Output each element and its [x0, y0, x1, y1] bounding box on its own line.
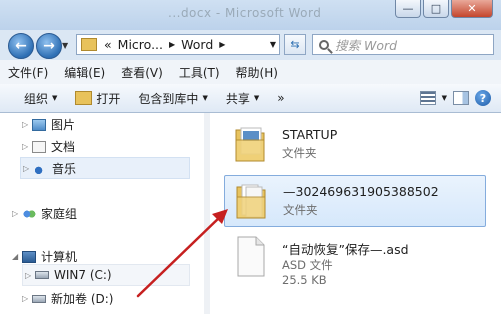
menu-edit[interactable]: 编辑(E)	[56, 64, 113, 81]
chevron-down-icon: ▼	[253, 94, 260, 102]
more-commands-button[interactable]: »	[268, 91, 293, 105]
address-row: ← → ▼ « Micro... ▶ Word ▶ ▼ ⇆ 搜索 Word	[0, 30, 501, 60]
music-icon	[33, 162, 47, 174]
nav-label: 家庭组	[41, 207, 78, 221]
file-type: 文件夹	[283, 203, 318, 217]
expand-icon[interactable]: ▷	[22, 120, 32, 129]
nav-item-music[interactable]: ▷ 音乐	[20, 157, 190, 179]
chevron-right-icon[interactable]: ▶	[216, 40, 228, 49]
nav-label: 文档	[51, 140, 76, 154]
address-bar[interactable]: « Micro... ▶ Word ▶ ▼	[76, 34, 280, 55]
menu-help[interactable]: 帮助(H)	[228, 64, 286, 81]
open-button[interactable]: 打开	[66, 90, 129, 107]
nav-item-homegroup[interactable]: ▷ 家庭组	[12, 205, 77, 222]
folder-icon	[235, 127, 265, 162]
document-file-icon	[237, 236, 265, 277]
file-name: “自动恢复”保存—.asd	[282, 242, 409, 257]
drive-icon	[32, 294, 46, 303]
folder-icon	[236, 184, 266, 219]
share-button[interactable]: 共享 ▼	[217, 90, 268, 107]
organize-label: 组织	[24, 91, 49, 106]
nav-label: 音乐	[52, 161, 77, 176]
drive-icon	[35, 271, 49, 279]
expand-icon[interactable]: ▷	[22, 294, 32, 303]
help-icon[interactable]: ?	[475, 90, 491, 106]
computer-icon	[22, 250, 36, 263]
close-button[interactable]: ✕	[451, 0, 493, 18]
pictures-icon	[32, 118, 46, 131]
expand-icon[interactable]: ▷	[23, 164, 33, 173]
history-dropdown-icon[interactable]: ▼	[62, 41, 68, 50]
minimize-button[interactable]: —	[395, 0, 421, 18]
view-dropdown-icon[interactable]: ▼	[442, 94, 447, 102]
window-controls: — □ ✕	[395, 0, 493, 18]
include-in-library-button[interactable]: 包含到库中 ▼	[129, 90, 216, 107]
view-controls: ▼ ?	[419, 84, 501, 112]
expand-icon[interactable]: ▷	[25, 271, 35, 280]
menu-view[interactable]: 查看(V)	[113, 64, 171, 81]
file-size: 25.5 KB	[282, 273, 327, 287]
back-button[interactable]: ←	[8, 33, 34, 59]
search-input[interactable]: 搜索 Word	[312, 34, 494, 55]
change-view-icon[interactable]	[419, 91, 436, 105]
title-bar: ...docx - Microsoft Word — □ ✕	[0, 0, 501, 30]
navigation-pane: ▷ 图片 ▷ 文档 ▷ 音乐 ▷ 家庭组 ◢ 计算机 ▷ WIN7 (C:) ▷…	[0, 113, 205, 314]
chevron-right-icon[interactable]: ▶	[166, 40, 178, 49]
window-title: ...docx - Microsoft Word	[168, 6, 322, 20]
menu-file[interactable]: 文件(F)	[0, 64, 56, 81]
search-icon	[319, 39, 329, 50]
search-placeholder: 搜索 Word	[335, 38, 398, 53]
list-item[interactable]: —302469631905388502 文件夹	[224, 175, 486, 227]
organize-button[interactable]: 组织 ▼	[0, 90, 66, 107]
homegroup-icon	[22, 207, 36, 220]
chevron-down-icon: ▼	[202, 94, 208, 102]
command-bar: 组织 ▼ 打开 包含到库中 ▼ 共享 ▼ » ▼ ?	[0, 84, 501, 113]
nav-label: 计算机	[41, 250, 78, 264]
nav-item-pictures[interactable]: ▷ 图片	[22, 116, 75, 133]
documents-icon	[32, 140, 46, 153]
nav-label: 新加卷 (D:)	[51, 292, 114, 306]
folder-icon	[81, 38, 97, 51]
expand-icon[interactable]: ▷	[22, 142, 32, 151]
nav-item-drive-d[interactable]: ▷ 新加卷 (D:)	[22, 290, 113, 307]
share-label: 共享	[225, 91, 250, 106]
preview-pane-icon[interactable]	[453, 91, 469, 105]
breadcrumb-word[interactable]: Word	[178, 37, 216, 52]
nav-item-computer[interactable]: ◢ 计算机	[12, 248, 77, 265]
refresh-button[interactable]: ⇆	[284, 34, 306, 55]
collapse-icon[interactable]: ◢	[12, 252, 22, 261]
list-item[interactable]: STARTUP 文件夹	[224, 119, 486, 171]
address-dropdown-icon[interactable]: ▼	[267, 40, 279, 49]
maximize-button[interactable]: □	[423, 0, 449, 18]
open-label: 打开	[96, 91, 121, 106]
expand-icon[interactable]: ▷	[12, 209, 22, 218]
more-label: »	[277, 91, 285, 105]
menu-bar: 文件(F) 编辑(E) 查看(V) 工具(T) 帮助(H)	[0, 60, 501, 85]
breadcrumb-overflow[interactable]: «	[101, 37, 115, 52]
include-label: 包含到库中	[138, 91, 199, 106]
forward-button[interactable]: →	[36, 33, 62, 59]
nav-label: 图片	[51, 118, 76, 132]
file-name: —302469631905388502	[283, 184, 439, 199]
nav-label: WIN7 (C:)	[54, 268, 112, 282]
nav-item-drive-c[interactable]: ▷ WIN7 (C:)	[22, 264, 190, 286]
file-type: 文件夹	[282, 146, 317, 160]
file-name: STARTUP	[282, 127, 338, 142]
nav-item-documents[interactable]: ▷ 文档	[22, 138, 75, 155]
list-item[interactable]: “自动恢复”保存—.asd ASD 文件 25.5 KB	[224, 231, 486, 291]
file-type: ASD 文件	[282, 258, 333, 272]
file-list: STARTUP 文件夹 —302469631905388502 文件夹 “自动恢…	[210, 113, 501, 314]
menu-tools[interactable]: 工具(T)	[171, 64, 228, 81]
breadcrumb-microsoft[interactable]: Micro...	[115, 37, 166, 52]
open-folder-icon	[75, 91, 93, 105]
chevron-down-icon: ▼	[52, 94, 58, 102]
